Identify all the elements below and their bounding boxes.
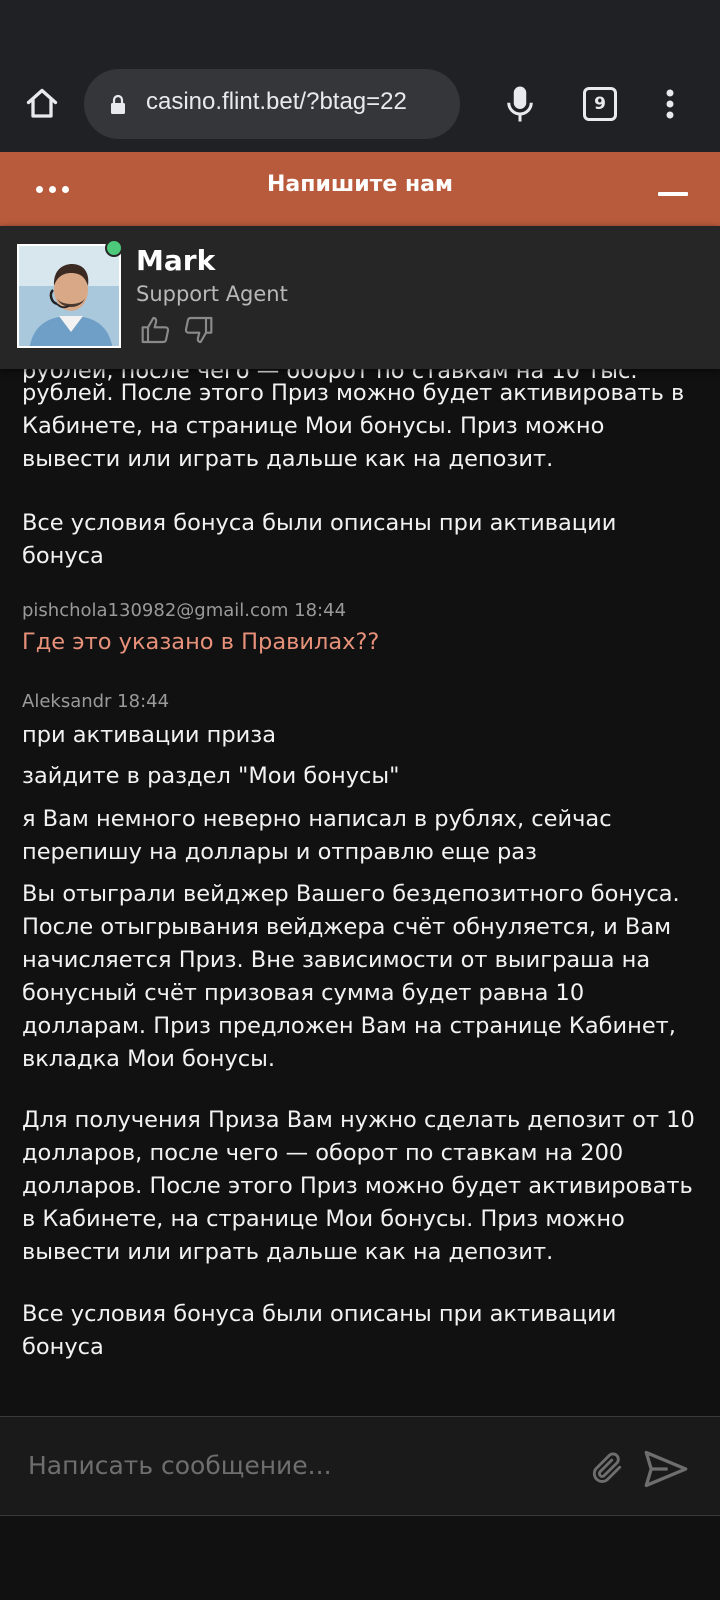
home-button[interactable] [20,82,64,126]
agent-message: Все условия бонуса были описаны при акти… [22,1301,617,1360]
browser-menu-button[interactable] [656,84,684,124]
message-sender: Aleksandr 18:44 [22,691,170,712]
agent-photo [19,246,119,346]
address-bar[interactable]: casino.flint.bet/?btag=22 [84,69,460,139]
chat-header: Напишите нам [0,152,720,226]
more-vert-icon [666,89,674,119]
thumbs-down-icon[interactable] [182,314,214,346]
agent-message: зайдите в раздел "Мои бонусы" [22,763,400,789]
agent-message: Вы отыграли вейджер Вашего бездепозитног… [22,881,680,1072]
agent-name: Mark [136,244,216,277]
minimize-icon [658,192,688,196]
tab-switcher-button[interactable]: 9 [583,87,617,121]
message-text: рублей. После этого Приз можно будет акт… [22,380,685,472]
browser-toolbar: casino.flint.bet/?btag=22 9 [0,60,720,152]
online-status-indicator [105,239,123,257]
paperclip-icon[interactable] [588,1449,626,1487]
home-icon [26,88,58,118]
bottom-area [0,1517,720,1600]
agent-message: я Вам немного неверно написал в рублях, … [22,806,612,865]
status-bar [0,0,720,60]
message-list[interactable]: рублей, после чего — оборот по ставкам н… [0,369,720,1416]
mic-icon [507,86,533,122]
url-text: casino.flint.bet/?btag=22 [146,88,407,115]
thumbs-up-icon[interactable] [140,314,172,346]
agent-role: Support Agent [136,282,288,306]
send-icon[interactable] [643,1449,689,1489]
minimize-chat-button[interactable] [650,170,690,210]
user-message: Где это указано в Правилах?? [22,629,380,655]
message-composer: Написать сообщение... [0,1416,720,1516]
agent-message: при активации приза [22,722,277,748]
agent-message: Для получения Приза Вам нужно сделать де… [22,1107,695,1265]
agent-avatar [17,244,121,348]
message-sender: pishchola130982@gmail.com 18:44 [22,600,347,621]
agent-panel: Mark Support Agent [0,226,720,369]
voice-search-button[interactable] [500,82,540,126]
lock-icon [111,94,125,114]
message-input[interactable]: Написать сообщение... [28,1451,332,1480]
chat-title: Напишите нам [266,172,453,197]
message-text: Все условия бонуса были описаны при акти… [22,510,617,569]
